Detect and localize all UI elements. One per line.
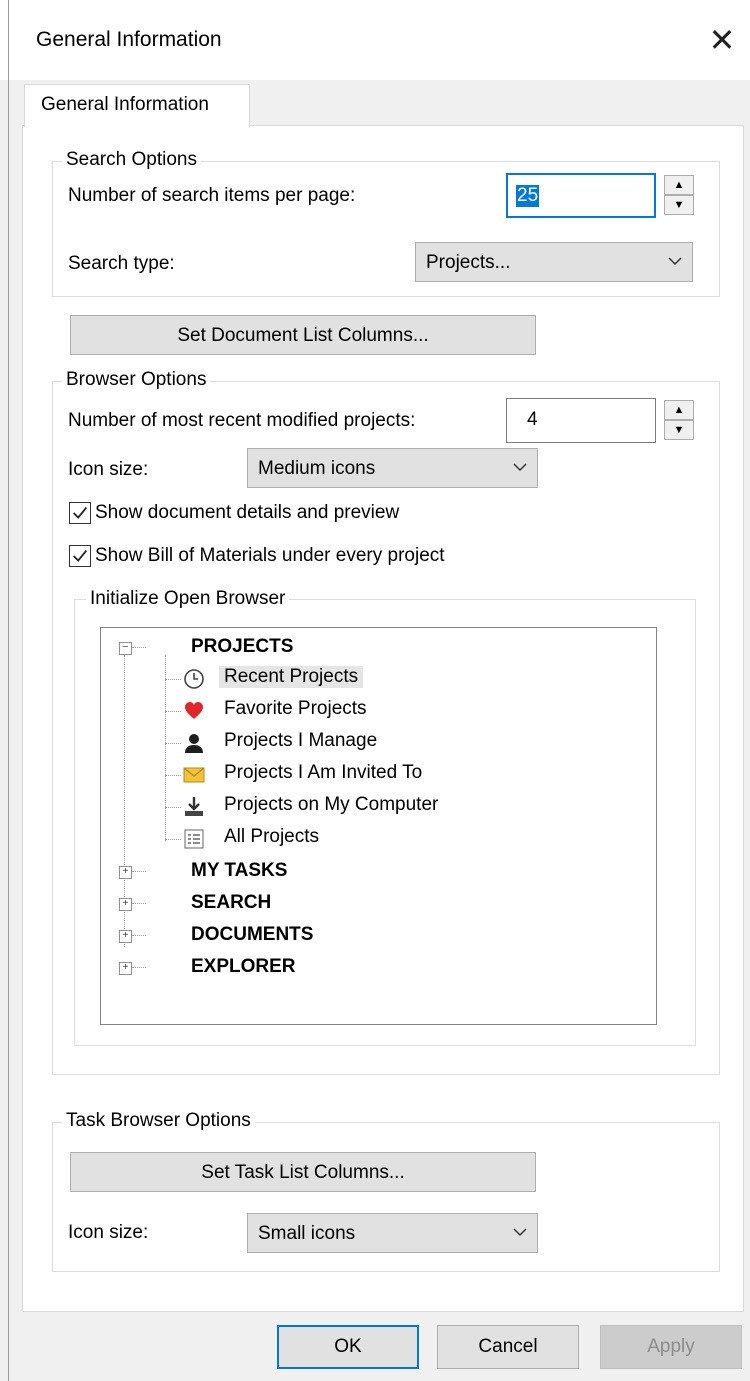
show-details-checkbox[interactable] (69, 502, 91, 524)
chevron-down-icon (513, 1228, 527, 1237)
spin-down-icon[interactable]: ▼ (664, 420, 694, 440)
search-options-legend: Search Options (62, 149, 201, 171)
expand-icon[interactable]: + (119, 866, 132, 879)
tree-root-search[interactable]: SEARCH (191, 892, 271, 914)
tab-general-information[interactable]: General Information (24, 84, 250, 127)
icon-size-label: Icon size: (68, 459, 149, 480)
tree-root-documents[interactable]: DOCUMENTS (191, 924, 313, 946)
browser-options-legend: Browser Options (62, 369, 211, 391)
chevron-down-icon (513, 463, 527, 472)
list-icon (184, 829, 204, 849)
task-icon-size-label: Icon size: (68, 1222, 149, 1243)
spin-up-icon[interactable]: ▲ (664, 175, 694, 195)
tab-label: General Information (41, 94, 209, 115)
task-icon-size-value: Small icons (258, 1223, 356, 1244)
collapse-icon[interactable]: − (119, 642, 132, 655)
show-bom-checkbox[interactable] (69, 545, 91, 567)
spin-down-icon[interactable]: ▼ (664, 195, 694, 215)
search-type-value: Projects... (426, 252, 511, 273)
window-left-border (8, 0, 9, 1381)
tree-root-explorer[interactable]: EXPLORER (191, 956, 296, 978)
checkmark-icon (72, 506, 88, 519)
window-title: General Information (36, 28, 222, 51)
show-bom-label[interactable]: Show Bill of Materials under every proje… (95, 545, 445, 567)
close-icon[interactable]: ✕ (696, 14, 748, 66)
set-document-list-columns-button[interactable]: Set Document List Columns... (70, 315, 536, 355)
cancel-button[interactable]: Cancel (437, 1325, 579, 1369)
tree-item-projects-on-my-computer[interactable]: Projects on My Computer (224, 794, 438, 816)
person-icon (185, 734, 203, 753)
title-bar: General Information ✕ (0, 0, 750, 80)
expand-icon[interactable]: + (119, 930, 132, 943)
tree-root-projects[interactable]: PROJECTS (191, 636, 293, 658)
browser-tree[interactable]: − PROJECTS Recent Projects Favorite Proj… (100, 627, 657, 1025)
recent-projects-spinner[interactable]: ▲ ▼ (664, 400, 694, 440)
initialize-open-browser-legend: Initialize Open Browser (86, 588, 290, 610)
items-per-page-spinner[interactable]: ▲ ▼ (664, 175, 694, 215)
recent-projects-label: Number of most recent modified projects: (68, 410, 416, 431)
icon-size-value: Medium icons (258, 458, 376, 479)
set-task-list-columns-button[interactable]: Set Task List Columns... (70, 1152, 536, 1192)
download-icon (185, 797, 203, 816)
expand-icon[interactable]: + (119, 962, 132, 975)
heart-icon (185, 702, 203, 719)
envelope-icon (183, 767, 205, 783)
chevron-down-icon (668, 257, 682, 266)
search-type-label: Search type: (68, 253, 175, 274)
expand-icon[interactable]: + (119, 898, 132, 911)
clock-icon (184, 669, 204, 689)
tree-item-recent-projects[interactable]: Recent Projects (219, 666, 364, 688)
apply-button[interactable]: Apply (600, 1325, 742, 1369)
items-per-page-label: Number of search items per page: (68, 185, 356, 206)
tree-root-my-tasks[interactable]: MY TASKS (191, 860, 287, 882)
tree-item-all-projects[interactable]: All Projects (224, 826, 319, 848)
items-per-page-input[interactable]: 25 (506, 173, 656, 218)
ok-button[interactable]: OK (277, 1325, 419, 1369)
checkmark-icon (72, 549, 88, 562)
dialog-window: General Information ✕ General Informatio… (0, 0, 750, 1381)
tree-item-favorite-projects[interactable]: Favorite Projects (224, 698, 367, 720)
tree-item-projects-i-am-invited-to[interactable]: Projects I Am Invited To (224, 762, 422, 784)
tree-item-projects-i-manage[interactable]: Projects I Manage (224, 730, 377, 752)
icon-size-select[interactable]: Medium icons (247, 448, 538, 488)
show-details-label[interactable]: Show document details and preview (95, 502, 399, 524)
spin-up-icon[interactable]: ▲ (664, 400, 694, 420)
task-icon-size-select[interactable]: Small icons (247, 1213, 538, 1253)
task-browser-options-legend: Task Browser Options (62, 1110, 255, 1132)
recent-projects-input[interactable]: 4 (506, 398, 656, 443)
search-type-select[interactable]: Projects... (415, 242, 693, 282)
recent-projects-value: 4 (527, 409, 538, 430)
items-per-page-value: 25 (516, 185, 540, 207)
